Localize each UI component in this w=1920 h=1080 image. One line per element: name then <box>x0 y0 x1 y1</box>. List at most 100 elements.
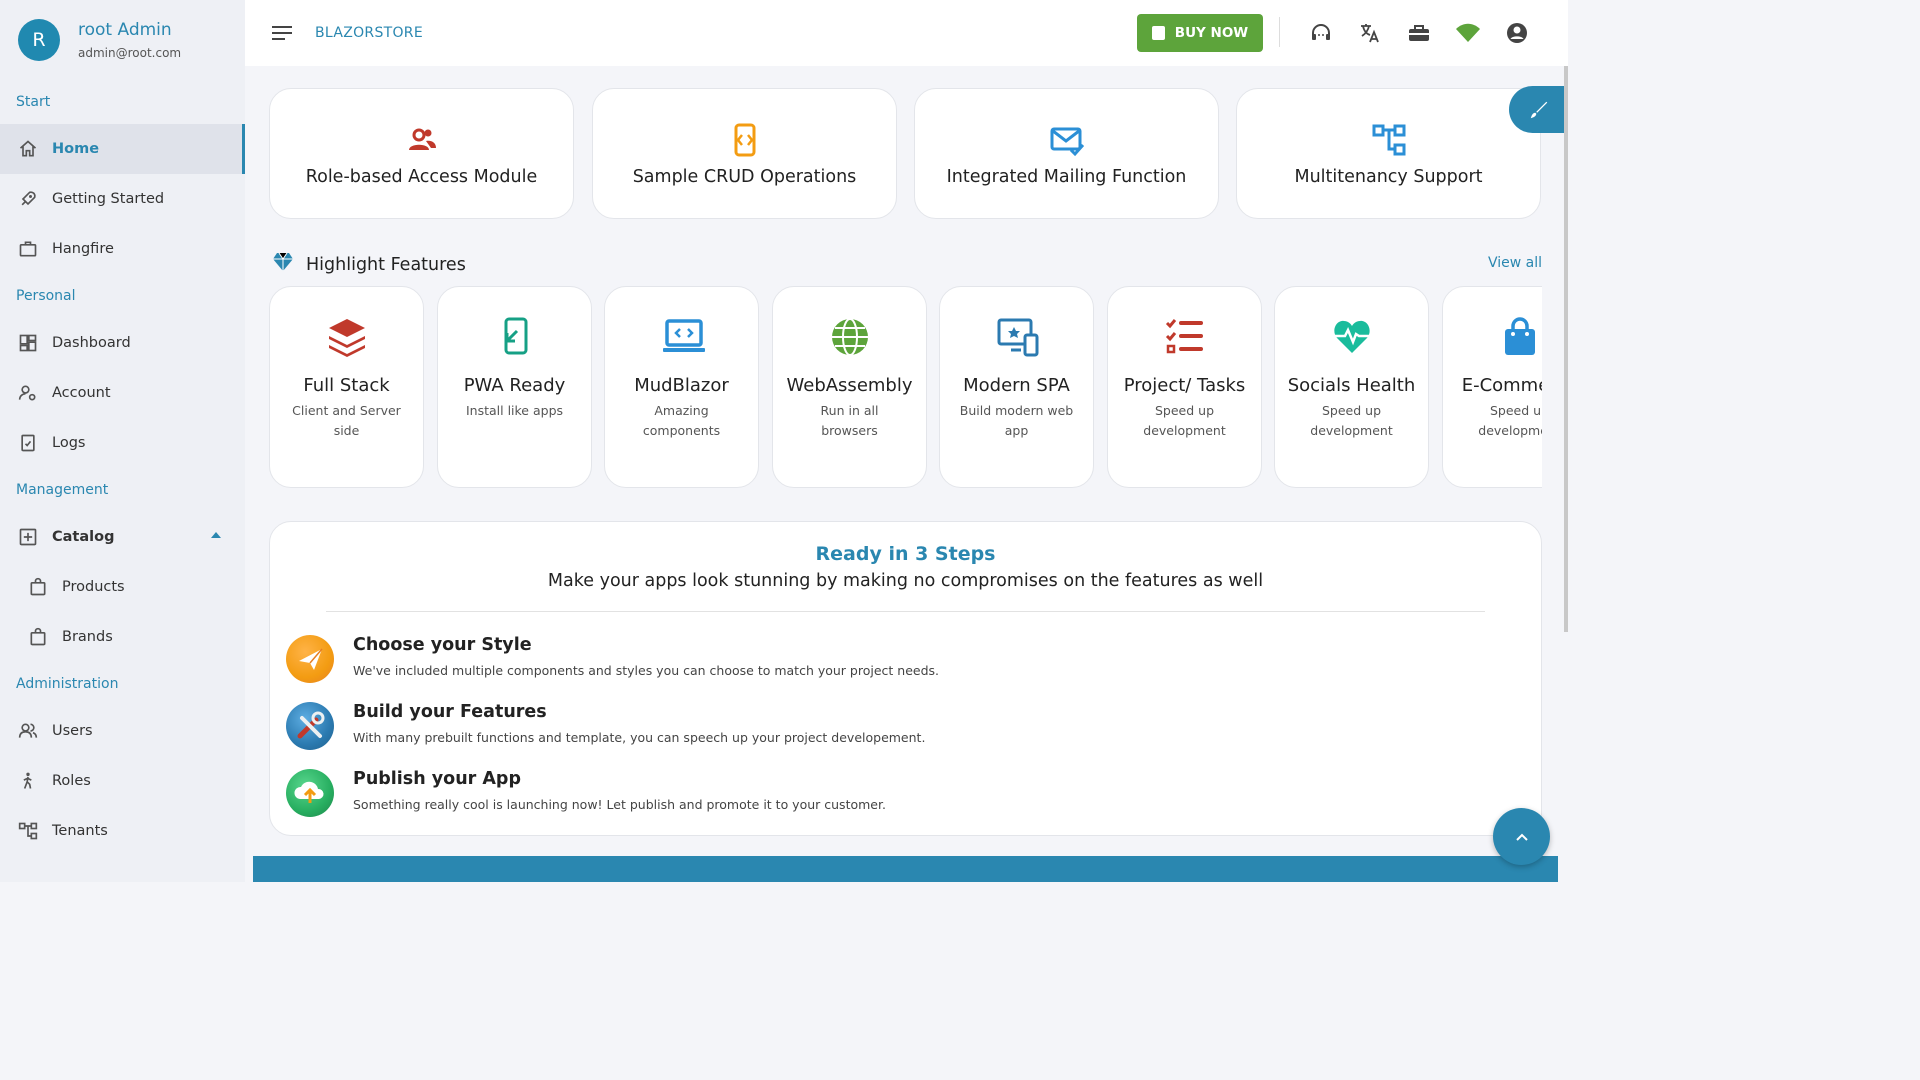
briefcase-icon <box>18 239 38 259</box>
steps-title: Ready in 3 Steps <box>815 543 996 565</box>
users-icon <box>18 721 38 741</box>
feature-title: Socials Health <box>1287 375 1416 396</box>
step-title: Publish your App <box>353 769 521 789</box>
top-card-multitenancy[interactable]: Multitenancy Support <box>1236 88 1541 219</box>
globe-icon <box>830 317 870 357</box>
feature-card-pwa[interactable]: PWA Ready Install like apps <box>437 286 592 488</box>
buy-now-label: BUY NOW <box>1174 25 1249 41</box>
clipboard-check-icon <box>18 433 38 453</box>
feature-subtitle: Amazing components <box>642 403 721 438</box>
checklist-icon <box>1165 317 1205 357</box>
feature-card-socials-health[interactable]: Socials Health Speed up development <box>1274 286 1429 488</box>
sidebar-item-tenants[interactable]: Tenants <box>0 806 245 856</box>
feature-card-ecommerce[interactable]: E-Commerce Speed up development <box>1442 286 1542 488</box>
code-brackets-icon <box>728 123 762 157</box>
step-description: Something really cool is launching now! … <box>353 797 886 812</box>
home-icon <box>18 139 38 159</box>
feature-subtitle: Speed up development <box>1143 403 1226 438</box>
translate-icon[interactable] <box>1357 20 1383 46</box>
sidebar-item-label: Products <box>62 579 125 595</box>
sidebar-item-label: Roles <box>52 773 91 789</box>
app-bar: BLAZORSTORE BUY NOW <box>245 0 1568 66</box>
sidebar-item-label: Catalog <box>52 529 115 545</box>
feature-card-webassembly[interactable]: WebAssembly Run in all browsers <box>772 286 927 488</box>
feature-subtitle: Speed up development <box>1310 403 1393 438</box>
sidebar-item-label: Dashboard <box>52 335 131 351</box>
menu-icon[interactable] <box>272 22 292 44</box>
sidebar: R root Admin admin@root.com Start Home G… <box>0 0 245 882</box>
shopping-bag-icon <box>28 627 48 647</box>
feature-card-full-stack[interactable]: Full Stack Client and Server side <box>269 286 424 488</box>
step-title: Choose your Style <box>353 635 532 655</box>
feature-card-project-tasks[interactable]: Project/ Tasks Speed up development <box>1107 286 1262 488</box>
section-personal: Personal <box>16 288 76 304</box>
diamond-icon <box>272 252 294 277</box>
theme-edit-button[interactable] <box>1509 86 1568 133</box>
feature-subtitle: Run in all browsers <box>820 403 879 438</box>
sidebar-item-label: Tenants <box>52 823 108 839</box>
cloud-upload-icon <box>286 769 334 817</box>
avatar: R <box>18 19 60 61</box>
ready-steps-card: Ready in 3 Steps Make your apps look stu… <box>269 521 1542 836</box>
sidebar-item-roles[interactable]: Roles <box>0 756 245 806</box>
brand-title[interactable]: BLAZORSTORE <box>315 25 423 41</box>
step-item: Build your Features With many prebuilt f… <box>286 702 925 750</box>
top-card-crud[interactable]: Sample CRUD Operations <box>592 88 897 219</box>
step-description: With many prebuilt functions and templat… <box>353 730 926 745</box>
sidebar-item-hangfire[interactable]: Hangfire <box>0 224 245 274</box>
highlight-header: Highlight Features <box>272 252 466 277</box>
user-profile[interactable]: R root Admin admin@root.com <box>0 0 245 80</box>
chevron-up-icon[interactable] <box>211 532 221 538</box>
tools-icon <box>286 702 334 750</box>
sidebar-item-label: Account <box>52 385 111 401</box>
support-agent-icon[interactable] <box>1308 20 1334 46</box>
account-circle-icon[interactable] <box>1504 20 1530 46</box>
wifi-icon[interactable] <box>1455 20 1481 46</box>
step-title: Build your Features <box>353 702 547 722</box>
user-settings-icon <box>18 383 38 403</box>
users-icon <box>405 123 439 157</box>
sidebar-item-brands[interactable]: Brands <box>0 612 245 662</box>
feature-subtitle: Client and Server side <box>292 403 401 438</box>
top-card-label: Integrated Mailing Function <box>946 167 1187 187</box>
feature-card-modern-spa[interactable]: Modern SPA Build modern web app <box>939 286 1094 488</box>
install-icon <box>495 317 535 357</box>
feature-card-mudblazor[interactable]: MudBlazor Amazing components <box>604 286 759 488</box>
sidebar-item-home[interactable]: Home <box>0 124 245 174</box>
feature-title: E-Commerce <box>1461 375 1542 396</box>
feature-subtitle: Build modern web app <box>959 403 1074 438</box>
sidebar-item-products[interactable]: Products <box>0 562 245 612</box>
layers-icon <box>327 317 367 357</box>
features-carousel: Full Stack Client and Server side PWA Re… <box>269 286 1542 489</box>
sidebar-item-label: Users <box>52 723 93 739</box>
sidebar-item-label: Brands <box>62 629 113 645</box>
feature-title: Modern SPA <box>963 375 1070 396</box>
rocket-icon <box>18 189 38 209</box>
sidebar-item-label: Hangfire <box>52 241 114 257</box>
feature-title: Project/ Tasks <box>1123 375 1246 396</box>
top-card-label: Multitenancy Support <box>1294 167 1483 187</box>
buy-now-button[interactable]: BUY NOW <box>1137 14 1263 52</box>
sidebar-item-dashboard[interactable]: Dashboard <box>0 318 245 368</box>
laptop-code-icon <box>662 317 705 357</box>
step-description: We've included multiple components and s… <box>353 663 940 678</box>
scrollbar[interactable] <box>1564 66 1568 632</box>
sidebar-item-getting-started[interactable]: Getting Started <box>0 174 245 224</box>
view-all-link[interactable]: View all <box>1488 255 1542 271</box>
feature-subtitle: Speed up development <box>1478 403 1542 438</box>
feature-title: PWA Ready <box>463 375 566 396</box>
scroll-to-top-button[interactable] <box>1493 808 1550 865</box>
sidebar-item-catalog[interactable]: Catalog <box>0 512 245 562</box>
steps-subtitle: Make your apps look stunning by making n… <box>547 571 1264 591</box>
top-card-mailing[interactable]: Integrated Mailing Function <box>914 88 1219 219</box>
shopping-bag-icon <box>1500 317 1540 357</box>
sidebar-item-label: Getting Started <box>52 191 165 207</box>
feature-title: Full Stack <box>303 375 390 396</box>
sidebar-item-users[interactable]: Users <box>0 706 245 756</box>
top-card-role-access[interactable]: Role-based Access Module <box>269 88 574 219</box>
sidebar-item-account[interactable]: Account <box>0 368 245 418</box>
dashboard-icon <box>18 333 38 353</box>
section-administration: Administration <box>16 676 119 692</box>
sidebar-item-logs[interactable]: Logs <box>0 418 245 468</box>
toolbox-icon[interactable] <box>1406 20 1432 46</box>
